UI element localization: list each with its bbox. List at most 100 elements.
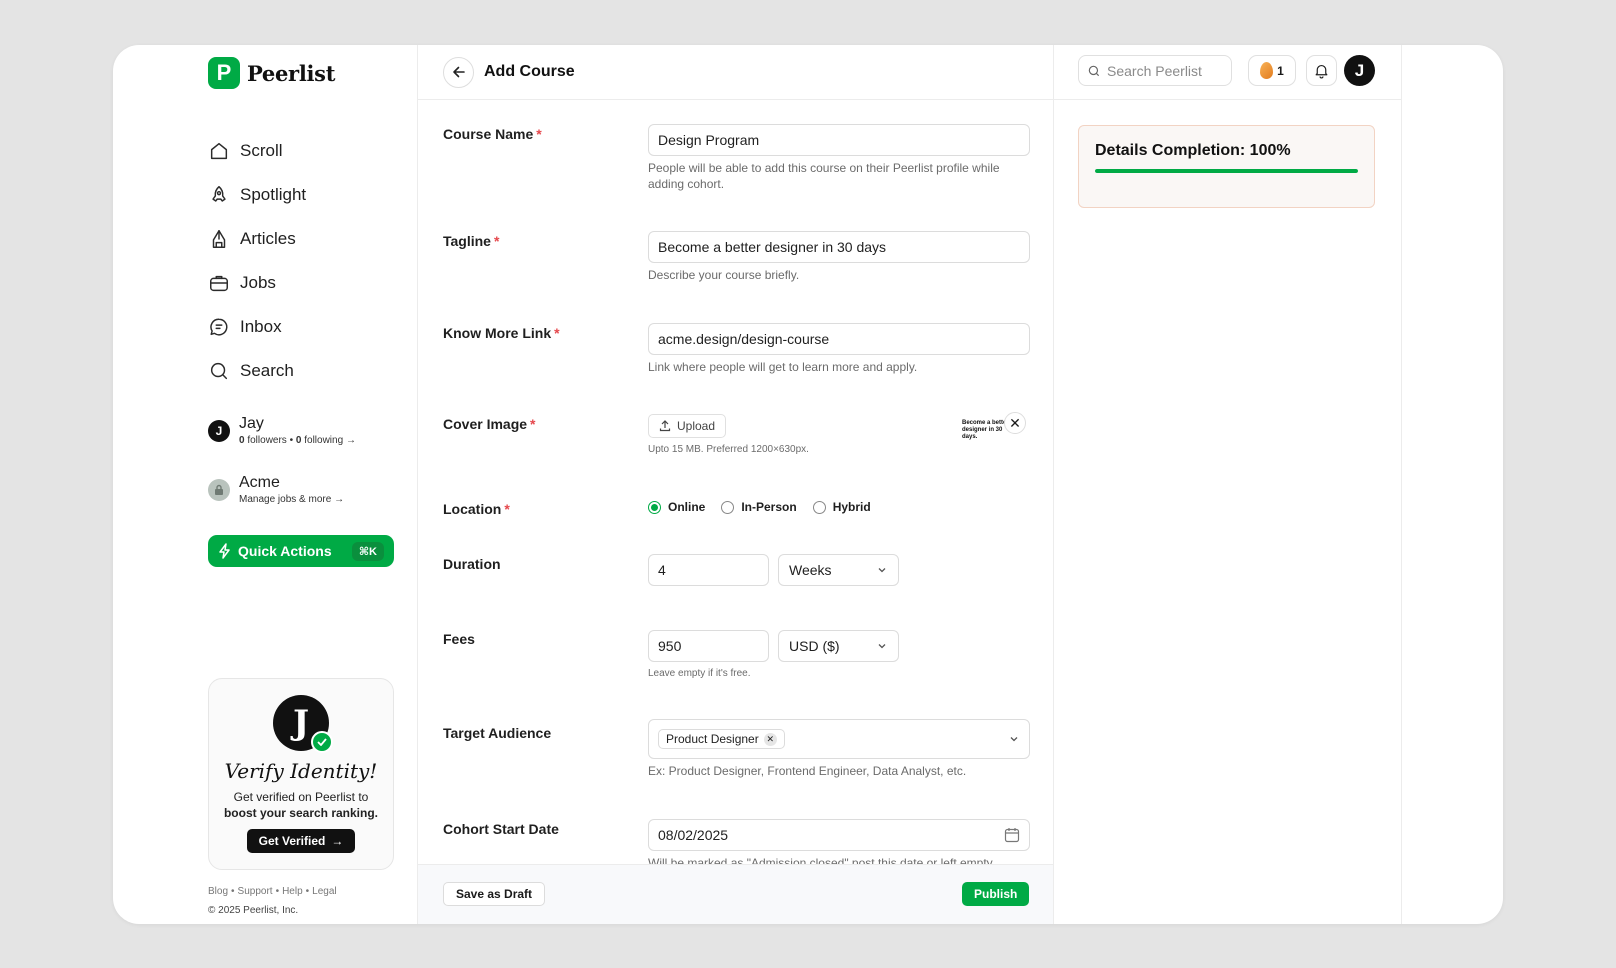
select-value: Weeks bbox=[789, 562, 832, 578]
chevron-down-icon bbox=[1010, 737, 1018, 742]
footer-link-help[interactable]: Help bbox=[282, 886, 303, 897]
egg-icon bbox=[1260, 62, 1274, 79]
verify-desc-bold: boost your search ranking. bbox=[223, 806, 379, 820]
fees-input[interactable]: 950 bbox=[648, 630, 769, 662]
arrow-right-icon: → bbox=[345, 435, 356, 446]
location-hybrid-radio[interactable]: Hybrid bbox=[812, 500, 871, 514]
currency-select[interactable]: USD ($) bbox=[778, 630, 899, 662]
radio-label: Hybrid bbox=[832, 500, 871, 514]
radio-dot bbox=[721, 500, 735, 514]
following-label: following bbox=[304, 435, 344, 446]
nav-label: Jobs bbox=[240, 273, 276, 292]
radio-label: In-Person bbox=[741, 500, 797, 514]
course-name-input[interactable]: Design Program bbox=[648, 124, 1030, 156]
avatar: J bbox=[208, 420, 230, 442]
page-header: Add Course bbox=[418, 45, 1053, 100]
cohort-date-input[interactable]: 08/02/2025 bbox=[648, 819, 1030, 851]
link-help: Link where people will get to learn more… bbox=[648, 360, 918, 374]
verify-card: J Verify Identity! Get verified on Peerl… bbox=[208, 678, 394, 870]
cohort-help: Will be marked as "Admission closed" pos… bbox=[648, 856, 996, 864]
nav-label: Search bbox=[240, 361, 294, 380]
link-input[interactable]: acme.design/design-course bbox=[648, 323, 1030, 355]
separator: • bbox=[275, 886, 280, 897]
link-label: Know More Link * bbox=[443, 325, 560, 341]
left-sidebar: P Peerlist Scroll Spotlight Articles Job… bbox=[113, 45, 418, 924]
org-sub-text: Manage jobs & more bbox=[239, 494, 332, 505]
nav-item-jobs[interactable]: Jobs bbox=[208, 261, 306, 305]
remove-cover-button[interactable]: ✕ bbox=[1004, 412, 1026, 434]
logo[interactable]: P Peerlist bbox=[208, 57, 335, 89]
tagline-label: Tagline * bbox=[443, 233, 499, 249]
search-input[interactable]: Search Peerlist bbox=[1078, 55, 1232, 86]
audience-label: Target Audience bbox=[443, 725, 552, 741]
radio-dot bbox=[648, 500, 661, 514]
back-button[interactable] bbox=[443, 56, 474, 88]
label-text: Tagline bbox=[443, 233, 491, 249]
save-draft-button[interactable]: Save as Draft bbox=[443, 882, 546, 906]
fees-label: Fees bbox=[443, 631, 475, 647]
radio-label: Online bbox=[668, 500, 706, 514]
rocket-icon bbox=[212, 186, 226, 202]
main-panel: Add Course Course Name * Design Program P… bbox=[418, 45, 1054, 924]
footer-link-blog[interactable]: Blog bbox=[208, 886, 228, 897]
get-verified-button[interactable]: Get Verified → bbox=[246, 829, 356, 853]
required-mark: * bbox=[504, 501, 510, 517]
audience-multiselect[interactable]: Product Designer ✕ bbox=[648, 719, 1030, 759]
footer-link-support[interactable]: Support bbox=[238, 886, 273, 897]
upload-button[interactable]: Upload bbox=[648, 414, 727, 438]
duration-input[interactable]: 4 bbox=[648, 554, 769, 586]
app-window: P Peerlist Scroll Spotlight Articles Job… bbox=[113, 45, 1503, 924]
profile-stats: 0 followers • 0 following → bbox=[239, 434, 356, 448]
upload-icon bbox=[659, 420, 671, 432]
eggs-count: 1 bbox=[1277, 63, 1284, 78]
duration-unit-select[interactable]: Weeks bbox=[778, 554, 899, 586]
copyright: © 2025 Peerlist, Inc. bbox=[208, 905, 299, 916]
completion-card: Details Completion: 100% bbox=[1078, 125, 1375, 208]
verify-avatar-initial: J bbox=[292, 703, 310, 743]
page-title: Add Course bbox=[484, 63, 575, 80]
cover-help: Upto 15 MB. Preferred 1200×630px. bbox=[648, 444, 809, 455]
right-panel: Search Peerlist 1 J Details Completion: … bbox=[1054, 45, 1402, 924]
briefcase-icon bbox=[210, 275, 228, 292]
required-mark: * bbox=[536, 126, 542, 142]
calendar-icon[interactable] bbox=[1004, 827, 1020, 843]
upload-label: Upload bbox=[677, 419, 716, 433]
logo-mark: P bbox=[208, 57, 240, 89]
notifications-button[interactable] bbox=[1306, 55, 1337, 86]
nav-item-inbox[interactable]: Inbox bbox=[208, 305, 306, 349]
quick-actions-button[interactable]: Quick Actions ⌘K bbox=[208, 535, 394, 567]
top-actions: Search Peerlist 1 J bbox=[1054, 45, 1401, 100]
audience-help: Ex: Product Designer, Frontend Engineer,… bbox=[648, 764, 967, 778]
nav-item-search[interactable]: Search bbox=[208, 349, 306, 393]
location-inperson-radio[interactable]: In-Person bbox=[721, 500, 797, 514]
verify-title: Verify Identity! bbox=[224, 759, 378, 783]
chevron-down-icon bbox=[878, 568, 886, 573]
search-placeholder: Search Peerlist bbox=[1107, 62, 1202, 79]
quick-actions-label: Quick Actions bbox=[238, 543, 332, 559]
org-link[interactable]: Acme Manage jobs & more → bbox=[208, 473, 344, 507]
profile-link[interactable]: J Jay 0 followers • 0 following → bbox=[208, 414, 356, 448]
location-online-radio[interactable]: Online bbox=[648, 500, 705, 514]
tag-label: Product Designer bbox=[666, 732, 759, 746]
org-sub: Manage jobs & more → bbox=[239, 493, 344, 507]
remove-tag-button[interactable]: ✕ bbox=[763, 732, 777, 746]
arrow-right-icon: → bbox=[331, 834, 344, 848]
arrow-left-icon bbox=[452, 66, 465, 78]
org-name: Acme bbox=[239, 474, 280, 491]
select-value: USD ($) bbox=[789, 638, 840, 654]
course-name-help: People will be able to add this course o… bbox=[648, 161, 1000, 191]
arrow-right-icon: → bbox=[334, 494, 345, 505]
footer-link-legal[interactable]: Legal bbox=[312, 886, 336, 897]
label-text: Cover Image bbox=[443, 416, 528, 432]
followers-label: followers bbox=[247, 435, 287, 446]
nav-item-scroll[interactable]: Scroll bbox=[208, 129, 306, 173]
completion-title: Details Completion: 100% bbox=[1095, 142, 1291, 159]
eggs-button[interactable]: 1 bbox=[1248, 55, 1296, 86]
separator: • bbox=[289, 435, 294, 446]
nav-item-spotlight[interactable]: Spotlight bbox=[208, 173, 306, 217]
nav-item-articles[interactable]: Articles bbox=[208, 217, 306, 261]
publish-button[interactable]: Publish bbox=[962, 882, 1030, 906]
user-avatar-button[interactable]: J bbox=[1344, 55, 1375, 86]
shortcut-badge: ⌘K bbox=[351, 541, 384, 561]
tagline-input[interactable]: Become a better designer in 30 days bbox=[648, 231, 1030, 263]
